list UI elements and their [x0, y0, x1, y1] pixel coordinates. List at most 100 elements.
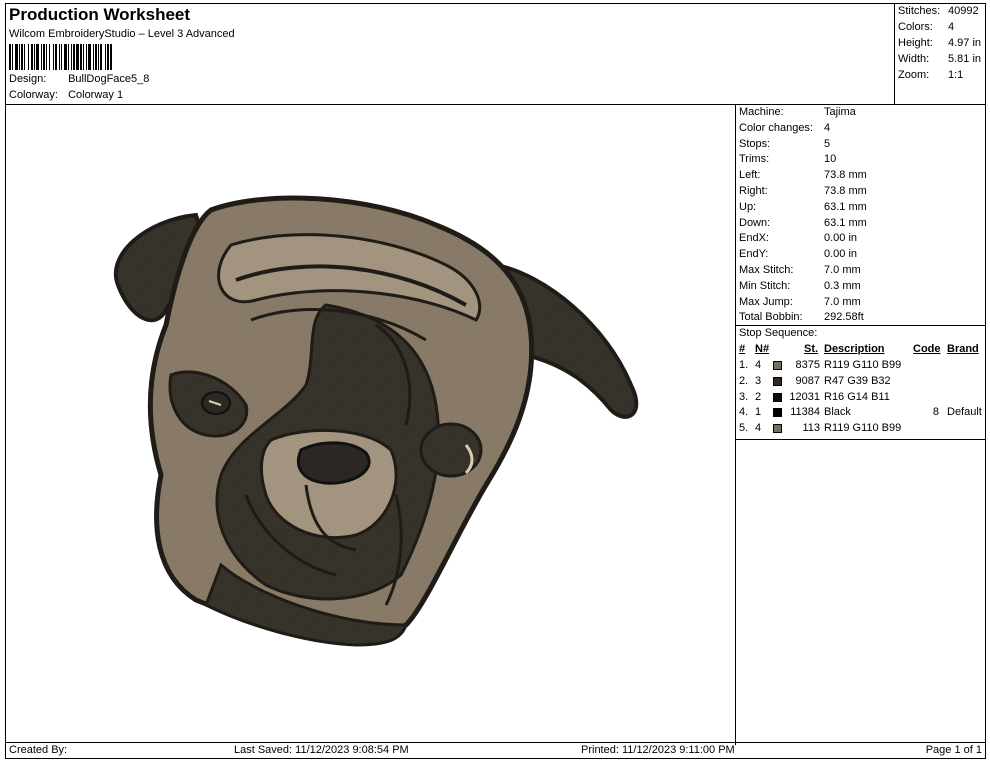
info-value: 73.8 mm	[824, 185, 867, 197]
needle-number: 3	[755, 374, 762, 387]
stitches-row: Stitches: 40992	[898, 5, 984, 17]
stitches-label: Stitches:	[898, 5, 941, 17]
software-name: Wilcom EmbroideryStudio – Level 3 Advanc…	[9, 28, 235, 40]
barcode-bar	[34, 44, 35, 70]
machine-info-row: Trims: 10	[739, 153, 836, 165]
barcode-bar	[59, 44, 60, 70]
barcode-bar	[80, 44, 82, 70]
barcode-bar	[36, 44, 39, 70]
needle-number: 4	[755, 359, 762, 371]
needle-number: 2	[755, 390, 762, 403]
thread-description: Black	[824, 406, 851, 419]
info-label: Min Stitch:	[739, 279, 791, 292]
thread-description: R119 G110 B99	[824, 359, 902, 371]
col-code: Code	[913, 343, 941, 355]
stats-box: Stitches: 40992 Colors: 4 Height: 4.97 in W…	[895, 4, 985, 105]
table-row: 1. 4 8375 R119 G110 B99	[736, 359, 985, 375]
zoom-label: Zoom:	[898, 69, 930, 81]
info-label: EndX:	[739, 232, 769, 245]
info-value: 73.8 mm	[824, 169, 867, 182]
colorway-value: Colorway 1	[68, 89, 124, 101]
barcode-bar	[15, 44, 18, 70]
needle-number: 4	[755, 422, 762, 435]
info-label: Down:	[739, 216, 771, 229]
info-value: 7.0 mm	[824, 295, 861, 308]
design-label: Design:	[9, 73, 47, 85]
info-value: 10	[824, 153, 837, 166]
barcode-bar	[49, 44, 50, 70]
machine-info-row: Total Bobbin: 292.58ft	[739, 311, 864, 323]
info-value: 5	[824, 137, 831, 150]
info-value: 0.00 in	[824, 232, 858, 245]
barcode-bar	[43, 44, 45, 70]
stitch-count: 113	[802, 422, 820, 435]
info-label: Machine:	[739, 106, 784, 118]
design-info-panel: Machine: Tajima Color changes: 4 Stops: 5 Trim…	[735, 105, 985, 745]
zoom-value: 1:1	[948, 69, 964, 81]
barcode-bar	[86, 44, 87, 70]
barcode-bar	[53, 44, 54, 70]
row-number: 4.	[739, 406, 749, 419]
barcode-bar	[61, 44, 62, 70]
col-description: Description	[824, 343, 885, 355]
colors-label: Colors:	[898, 21, 933, 33]
width-label: Width:	[898, 53, 930, 65]
color-swatch	[773, 424, 782, 434]
design-row: Design: BullDogFace5_8	[9, 73, 149, 85]
thread-code: 8	[932, 406, 939, 419]
zoom-row: Zoom: 1:1	[898, 69, 984, 81]
barcode-bar	[93, 44, 94, 70]
barcode-bar	[88, 44, 91, 70]
machine-info-row: Machine: Tajima	[739, 106, 856, 118]
barcode-bar	[41, 44, 42, 70]
stitch-count: 9087	[795, 374, 820, 387]
table-row: 2. 3 9087 R47 G39 B32	[736, 375, 985, 391]
machine-info-row: Max Jump: 7.0 mm	[739, 296, 861, 308]
info-value: 4	[824, 121, 831, 134]
machine-info-row: Down: 63.1 mm	[739, 217, 867, 229]
worksheet-header: Production Worksheet Wilcom EmbroiderySt…	[6, 4, 895, 105]
color-swatch	[773, 408, 782, 418]
design-value: BullDogFace5_8	[68, 73, 150, 85]
nose	[297, 441, 371, 485]
width-row: Width: 5.81 in	[898, 53, 984, 65]
info-value: 7.0 mm	[824, 264, 861, 276]
info-value: 63.1 mm	[824, 216, 867, 229]
machine-info-row: Stops: 5	[739, 138, 830, 150]
info-label: Trims:	[739, 153, 770, 166]
barcode-bar	[12, 44, 13, 70]
info-label: Max Jump:	[739, 295, 793, 308]
thread-description: R119 G110 B99	[824, 422, 902, 435]
table-row: 4. 1 11384 Black 8 Default	[736, 406, 985, 422]
color-swatch	[773, 392, 782, 402]
barcode-bar	[24, 44, 25, 70]
machine-info-row: Color changes: 4	[739, 122, 830, 134]
info-label: Max Stitch:	[739, 264, 794, 276]
col-num: #	[739, 343, 746, 355]
info-value: 0.00 in	[824, 248, 858, 261]
colorway-label: Colorway:	[9, 89, 58, 101]
thread-description: R47 G39 B32	[824, 374, 891, 387]
machine-info-row: EndY: 0.00 in	[739, 248, 857, 260]
page-number: Page 1 of 1	[925, 744, 982, 756]
color-swatch	[773, 361, 782, 370]
info-label: Left:	[739, 169, 761, 182]
machine-info-row: Max Stitch: 7.0 mm	[739, 264, 861, 276]
barcode-bar	[71, 44, 72, 70]
stop-sequence-title: Stop Sequence:	[739, 327, 818, 339]
stop-sequence-header: # N# St. Description Code Brand	[736, 343, 985, 359]
barcode-bar	[98, 44, 99, 70]
machine-info-row: Up: 63.1 mm	[739, 201, 867, 213]
bulldog-embroidery-image	[114, 195, 639, 647]
barcode-bar	[21, 44, 23, 70]
barcode-bar	[19, 44, 20, 70]
colors-value: 4	[948, 21, 955, 33]
row-number: 3.	[739, 390, 749, 403]
stitch-count: 12031	[789, 390, 820, 403]
table-row: 3. 2 12031 R16 G14 B11	[736, 391, 985, 407]
info-value: 63.1 mm	[824, 200, 867, 213]
info-value: 292.58ft	[824, 311, 864, 324]
divider	[736, 439, 985, 440]
col-brand: Brand	[947, 343, 979, 355]
design-preview	[6, 105, 735, 745]
